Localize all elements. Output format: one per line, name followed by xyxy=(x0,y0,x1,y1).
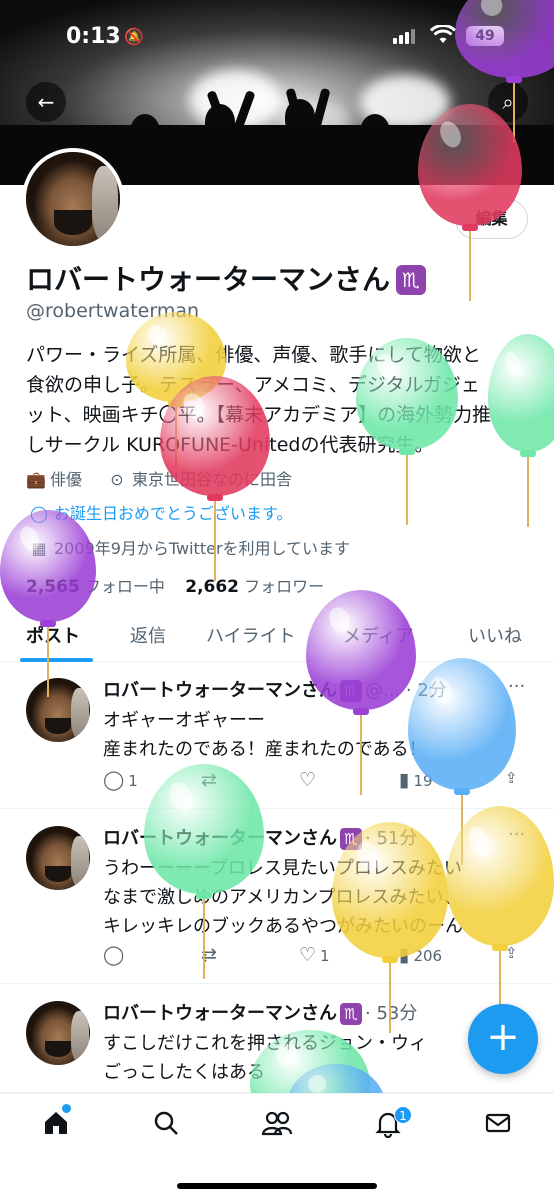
home-icon[interactable] xyxy=(36,1108,76,1144)
profile-bio: パワー・ライズ所属、俳優、声優、歌手にして物欲と 食欲の申し子。テスラー、アメコ… xyxy=(26,344,492,456)
tab-highlights[interactable]: ハイライト xyxy=(206,622,296,648)
like-button[interactable]: ♡ xyxy=(299,769,320,791)
follow-stats: 2,565 フォロー中 2,662 フォロワー xyxy=(26,573,324,597)
views-button[interactable]: ▮ 206 xyxy=(399,944,442,966)
scorpio-icon: ♏ xyxy=(340,1003,362,1025)
heart-icon: ♡ xyxy=(299,769,317,791)
balloon-icon: ◯ xyxy=(30,504,48,523)
share-icon[interactable]: ⇪ xyxy=(505,944,518,962)
share-icon[interactable]: ⇪ xyxy=(505,769,518,787)
views-button[interactable]: ▮ 19 xyxy=(399,769,433,791)
post-text: すこしだけこれを押されるジョン・ウィ ごっこしたくはある xyxy=(103,1033,427,1083)
post-text: オギャーオギャーー 産まれたのである！産まれたのである！ xyxy=(103,710,427,760)
wifi-icon xyxy=(430,25,456,43)
scorpio-icon: ♏ xyxy=(340,828,362,850)
more-options-icon[interactable]: ··· xyxy=(508,676,525,697)
profile-avatar[interactable] xyxy=(22,148,124,250)
compose-post-button[interactable]: + xyxy=(468,1004,538,1074)
tab-replies[interactable]: 返信 xyxy=(130,622,166,648)
followers-link[interactable]: 2,662 フォロワー xyxy=(185,577,324,597)
repost-icon: ⇄ xyxy=(201,769,217,791)
status-time: 0:13 xyxy=(66,24,121,49)
home-indicator xyxy=(177,1183,377,1189)
battery-indicator: 49 xyxy=(466,26,504,46)
location-meta: ⊙ 東京世田谷なのに田舎 xyxy=(108,466,292,490)
joined-meta: ▦ 2009年9月からTwitterを利用しています xyxy=(31,539,351,558)
messages-mail-icon[interactable] xyxy=(478,1108,518,1144)
reply-icon: ◯ xyxy=(103,769,125,791)
briefcase-icon: 💼 xyxy=(26,470,46,489)
tab-likes[interactable]: いいね xyxy=(468,622,522,648)
profile-name: ロバートウォーターマンさん ♏ xyxy=(26,258,427,298)
profile-tabs: ポスト 返信 ハイライト メディア いいね xyxy=(0,612,554,662)
post-item[interactable]: ロバートウォーターマンさん ♏ @... · 2分 ··· オギャーオギャーー 産ま… xyxy=(0,662,554,809)
like-button[interactable]: ♡ 1 xyxy=(299,944,330,966)
following-link[interactable]: 2,565 フォロー中 xyxy=(26,577,165,597)
tab-posts[interactable]: ポスト xyxy=(26,622,80,648)
birthday-meta: ◯ お誕生日おめでとうございます。 xyxy=(30,504,293,523)
reply-button[interactable]: ◯ 1 xyxy=(103,769,138,791)
post-actions: ◯ ⇄ ♡ 1 ▮ 206 ⇪ xyxy=(103,944,533,968)
repost-button[interactable]: ⇄ xyxy=(201,769,221,791)
tab-media[interactable]: メディア xyxy=(343,622,414,648)
search-icon[interactable]: ⌕ xyxy=(488,82,528,122)
post-avatar[interactable] xyxy=(26,826,90,890)
post-avatar[interactable] xyxy=(26,1001,90,1065)
bar-chart-icon: ▮ xyxy=(399,944,410,966)
repost-icon: ⇄ xyxy=(201,944,217,966)
post-actions: ◯ 1 ⇄ ♡ ▮ 19 ⇪ xyxy=(103,769,533,793)
profession-meta: 💼 俳優 xyxy=(26,470,83,489)
post-avatar[interactable] xyxy=(26,678,90,742)
more-options-icon[interactable]: ··· xyxy=(508,824,525,845)
notification-count-badge: 1 xyxy=(394,1106,412,1124)
post-header: ロバートウォーターマンさん ♏ · 53分 xyxy=(103,1003,418,1025)
cellular-signal-icon xyxy=(393,28,415,44)
home-new-dot xyxy=(62,1104,71,1113)
repost-button[interactable]: ⇄ xyxy=(201,944,221,966)
scorpio-icon: ♏ xyxy=(340,680,362,702)
silent-bell-icon: 🔕 xyxy=(124,27,144,46)
heart-icon: ♡ xyxy=(299,944,317,966)
edit-profile-button[interactable]: 編集 xyxy=(455,199,528,239)
post-header: ロバートウォーターマンさん ♏ · 51分 xyxy=(103,828,418,850)
post-item[interactable]: ロバートウォーターマンさん ♏ · 51分 ··· うわーーーープロレス見たいプロレ… xyxy=(0,810,554,984)
bar-chart-icon: ▮ xyxy=(399,769,410,791)
reply-button[interactable]: ◯ xyxy=(103,944,128,966)
back-arrow-icon[interactable]: ← xyxy=(26,82,66,122)
location-pin-icon: ⊙ xyxy=(110,470,124,489)
scorpio-icon: ♏ xyxy=(396,265,427,295)
reply-icon: ◯ xyxy=(103,944,125,966)
post-header: ロバートウォーターマンさん ♏ @... · 2分 xyxy=(103,680,447,702)
calendar-icon: ▦ xyxy=(31,539,47,558)
post-text: うわーーーープロレス見たいプロレスみたい なまで激しめのアメリカンプロレスみたい… xyxy=(103,858,463,937)
communities-icon[interactable] xyxy=(257,1108,297,1144)
status-bar: 0:13 🔕 49 xyxy=(0,0,554,74)
profile-handle: @robertwaterman xyxy=(26,300,200,322)
explore-search-icon[interactable] xyxy=(146,1108,186,1144)
